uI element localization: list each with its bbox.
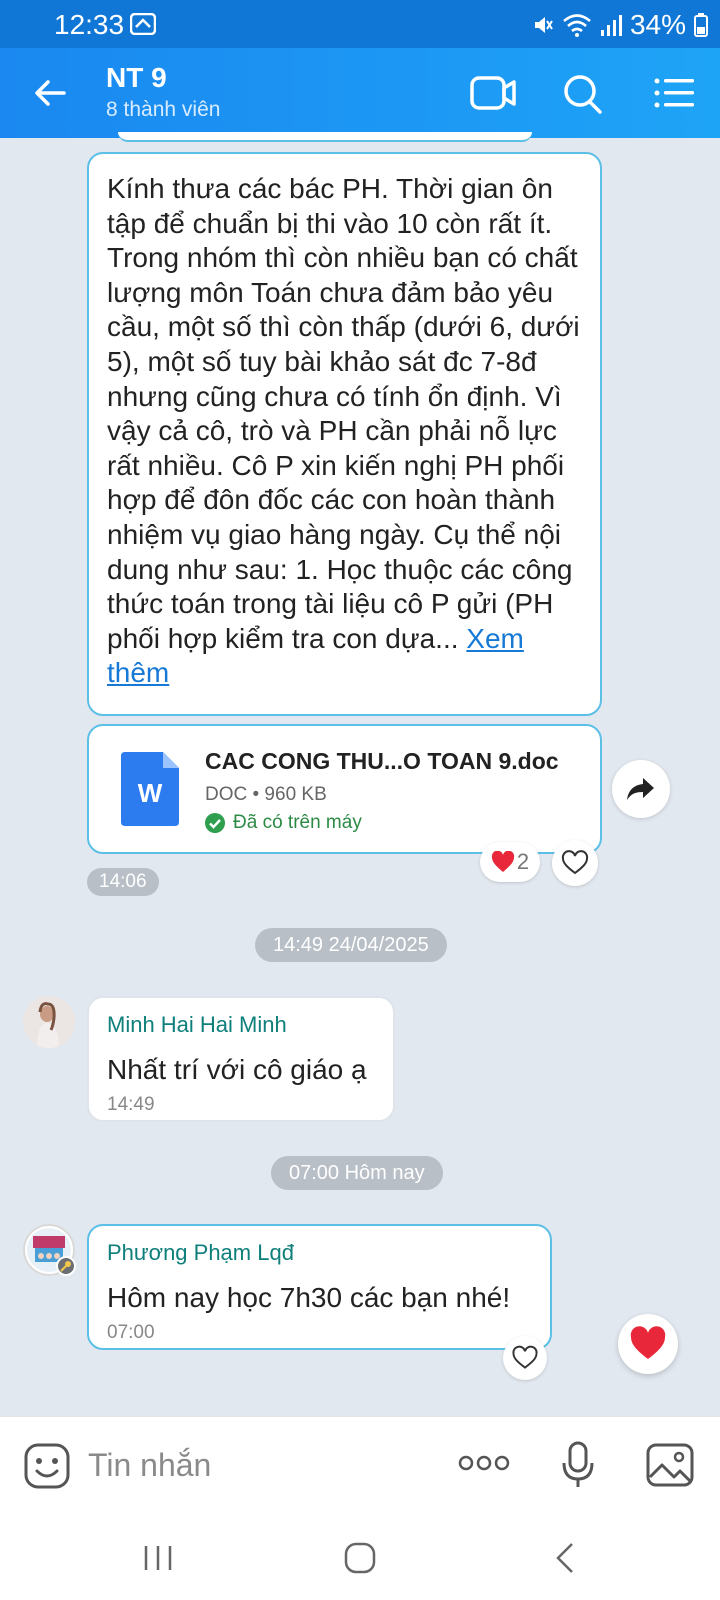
- file-status-text: Đã có trên máy: [233, 812, 362, 833]
- recent-apps-icon[interactable]: [138, 1538, 178, 1578]
- heart-outline-icon: [561, 850, 589, 875]
- avatar-photo: [23, 996, 75, 1048]
- share-arrow-icon: [627, 778, 654, 800]
- status-time: 12:33: [54, 9, 125, 40]
- file-meta: DOC • 960 KB: [205, 784, 327, 805]
- previous-bubble-edge: [118, 132, 532, 142]
- message-time: 07:00: [107, 1322, 155, 1343]
- status-icons: 34%: [532, 9, 708, 41]
- avatar[interactable]: [23, 996, 75, 1048]
- more-options-icon[interactable]: [458, 1453, 510, 1473]
- message-input-bar: Tin nhắn: [0, 1416, 720, 1516]
- heart-reaction-icon: [491, 851, 514, 872]
- check-circle-icon: [205, 813, 225, 833]
- date-separator: 07:00 Hôm nay: [271, 1156, 443, 1190]
- message-bubble[interactable]: Minh Hai Hai Minh Nhất trí với cô giáo ạ…: [87, 996, 395, 1122]
- key-badge-icon: [56, 1256, 76, 1276]
- mute-icon: [534, 17, 553, 33]
- message-text: Kính thưa các bác PH. Thời gian ôn tập đ…: [107, 173, 580, 654]
- status-bar: 12:33 34%: [0, 0, 720, 48]
- image-gallery-icon[interactable]: [646, 1443, 694, 1487]
- sender-name[interactable]: Minh Hai Hai Minh: [107, 1012, 287, 1038]
- message-time: 14:49: [107, 1094, 155, 1115]
- file-download-status: Đã có trên máy: [205, 812, 362, 834]
- message-text: Hôm nay học 7h30 các bạn nhé!: [107, 1282, 511, 1313]
- like-button[interactable]: [503, 1336, 547, 1380]
- file-name: CAC CONG THU...O TOAN 9.doc: [205, 748, 559, 774]
- signal-icon: [600, 15, 622, 36]
- message-time: 14:06: [87, 868, 159, 896]
- heart-outline-icon: [512, 1345, 538, 1369]
- member-count[interactable]: 8 thành viên: [106, 98, 220, 122]
- back-arrow-icon[interactable]: [30, 73, 70, 113]
- svg-text:W: W: [138, 778, 163, 808]
- sender-name[interactable]: Phương Phạm Lqđ: [107, 1240, 294, 1266]
- message-bubble[interactable]: Phương Phạm Lqđ Hôm nay học 7h30 các bạn…: [87, 1224, 552, 1350]
- long-message-bubble[interactable]: Kính thưa các bác PH. Thời gian ôn tập đ…: [87, 152, 602, 716]
- wifi-icon: [563, 14, 591, 37]
- forward-button[interactable]: [612, 760, 670, 818]
- file-attachment[interactable]: W CAC CONG THU...O TOAN 9.doc DOC • 960 …: [87, 724, 602, 854]
- quick-heart-button[interactable]: [618, 1314, 678, 1374]
- system-navigation-bar: [0, 1516, 720, 1600]
- reaction-count: 2: [516, 849, 530, 874]
- like-button[interactable]: [552, 840, 598, 886]
- reaction-summary[interactable]: 2: [480, 842, 540, 882]
- date-separator: 14:49 24/04/2025: [255, 928, 447, 962]
- chat-header: NT 9 8 thành viên: [0, 48, 720, 138]
- message-text: Nhất trí với cô giáo ạ: [107, 1054, 367, 1085]
- chat-title[interactable]: NT 9: [106, 62, 167, 94]
- sticker-emoji-icon[interactable]: [24, 1443, 70, 1489]
- video-call-icon[interactable]: [470, 72, 516, 114]
- menu-list-icon[interactable]: [652, 72, 698, 114]
- home-icon[interactable]: [340, 1538, 380, 1578]
- battery-icon: [694, 13, 708, 37]
- back-icon[interactable]: [546, 1538, 586, 1578]
- app-notification-icon: [130, 13, 156, 35]
- heart-icon: [630, 1326, 666, 1359]
- word-document-icon: W: [121, 752, 179, 826]
- microphone-icon[interactable]: [560, 1441, 596, 1491]
- battery-percent: 34%: [629, 9, 686, 40]
- message-input[interactable]: Tin nhắn: [88, 1447, 211, 1484]
- search-icon[interactable]: [560, 72, 606, 114]
